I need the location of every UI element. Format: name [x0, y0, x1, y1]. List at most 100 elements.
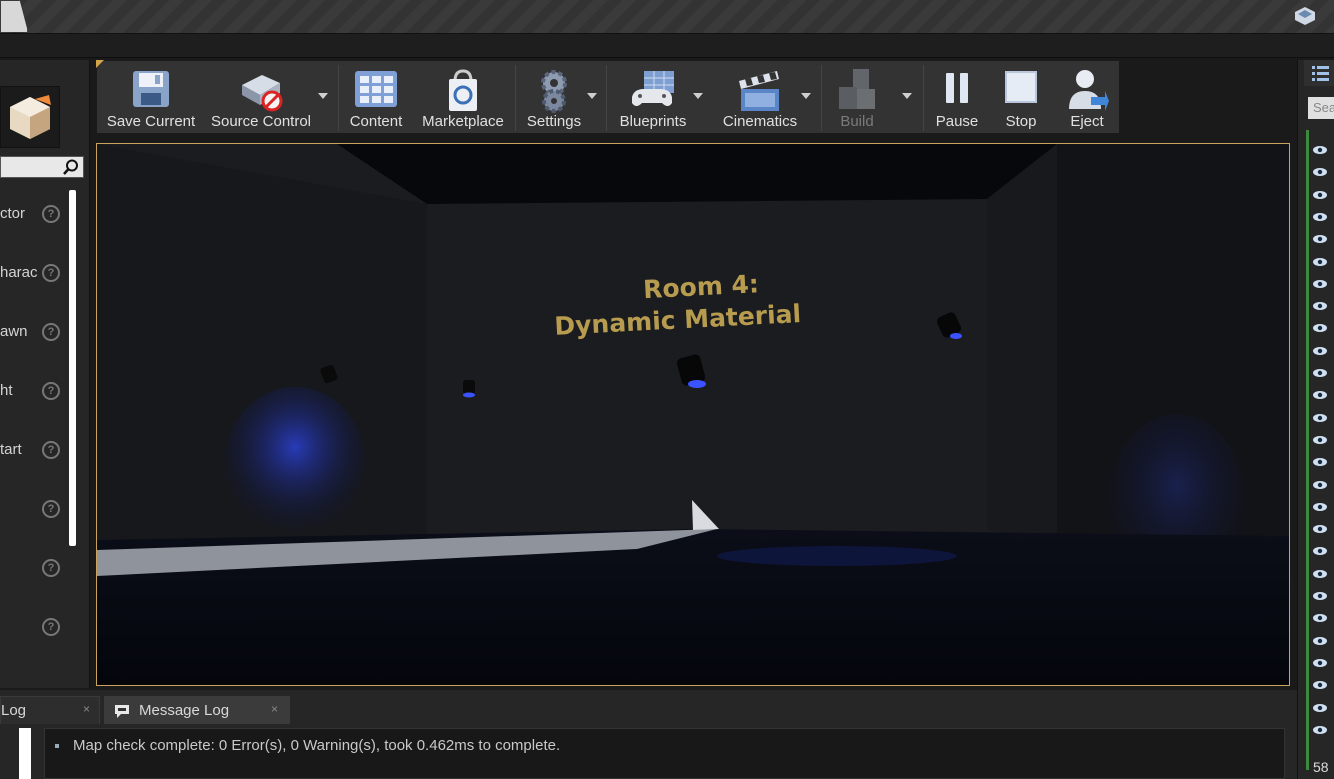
gamepad-icon — [632, 71, 674, 106]
source-control-dropdown-icon[interactable] — [318, 93, 328, 99]
visibility-eye-icon[interactable] — [1312, 346, 1328, 356]
list-item[interactable]: ctor? — [0, 185, 70, 244]
help-icon[interactable]: ? — [42, 618, 60, 636]
close-icon[interactable]: × — [271, 702, 278, 716]
visibility-eye-icon[interactable] — [1312, 323, 1328, 333]
list-item[interactable]: ? — [0, 598, 70, 657]
visibility-eye-icon[interactable] — [1312, 435, 1328, 445]
eject-button[interactable]: Eject — [1057, 61, 1117, 135]
list-item[interactable]: harac? — [0, 244, 70, 303]
menu-bar — [0, 34, 1334, 58]
settings-button[interactable]: Settings — [521, 61, 587, 135]
log-scrollbar[interactable] — [19, 728, 31, 779]
toolbar-divider — [923, 65, 924, 131]
level-tab[interactable] — [0, 0, 28, 32]
visibility-eye-icon[interactable] — [1312, 725, 1328, 735]
place-mode-icon — [10, 95, 51, 139]
visibility-eye-icon[interactable] — [1312, 145, 1328, 155]
list-icon — [1312, 66, 1329, 81]
visibility-eye-icon[interactable] — [1312, 703, 1328, 713]
tab-output-log[interactable]: Log × — [0, 696, 100, 724]
viewport-scene — [97, 144, 1289, 685]
level-viewport[interactable]: Room 4: Dynamic Material — [96, 143, 1290, 686]
list-item[interactable]: ? — [0, 539, 70, 598]
visibility-eye-icon[interactable] — [1312, 234, 1328, 244]
unreal-logo-icon — [1295, 7, 1315, 25]
log-bullet-icon — [55, 744, 59, 749]
help-icon[interactable]: ? — [42, 559, 60, 577]
list-item[interactable]: ? — [0, 480, 70, 539]
list-item[interactable]: awn? — [0, 303, 70, 362]
toolbar-corner-marker — [96, 60, 104, 68]
visibility-eye-icon[interactable] — [1312, 613, 1328, 623]
outliner-options-button[interactable] — [1304, 60, 1334, 86]
visibility-eye-icon[interactable] — [1312, 190, 1328, 200]
build-blocks-icon — [839, 69, 875, 109]
tab-message-log[interactable]: Message Log × — [104, 696, 290, 724]
visibility-eye-icon[interactable] — [1312, 636, 1328, 646]
place-search-input[interactable] — [0, 156, 84, 178]
clapperboard-icon — [739, 71, 779, 111]
left-scrollbar[interactable] — [69, 190, 76, 546]
search-icon — [63, 159, 78, 175]
help-icon[interactable]: ? — [42, 323, 60, 341]
visibility-eye-icon[interactable] — [1312, 368, 1328, 378]
close-icon[interactable]: × — [83, 702, 90, 716]
visibility-eye-icon[interactable] — [1312, 680, 1328, 690]
outliner-search-input[interactable]: Sea — [1308, 97, 1334, 119]
toolbar-divider — [338, 65, 339, 131]
room-title-text: Room 4: Dynamic Material — [553, 269, 802, 341]
visibility-eye-icon[interactable] — [1312, 502, 1328, 512]
list-item[interactable]: tart? — [0, 421, 70, 480]
source-control-button[interactable]: Source Control — [205, 61, 317, 135]
actor-count: 58 — [1313, 759, 1329, 775]
floppy-disk-icon — [133, 71, 169, 107]
content-button[interactable]: Content — [345, 61, 407, 135]
visibility-eye-icon[interactable] — [1312, 413, 1328, 423]
visibility-eye-icon[interactable] — [1312, 457, 1328, 467]
help-icon[interactable]: ? — [42, 382, 60, 400]
blueprints-button[interactable]: Blueprints — [611, 61, 695, 135]
message-log-area: Map check complete: 0 Error(s), 0 Warnin… — [44, 728, 1285, 779]
toolbar-divider — [606, 65, 607, 131]
level-toolbar: Save Current Source Control Content Mark… — [96, 60, 1120, 134]
eject-user-icon — [1069, 70, 1109, 111]
visibility-eye-icon[interactable] — [1312, 591, 1328, 601]
visibility-eye-icon[interactable] — [1312, 658, 1328, 668]
window-title-bar — [0, 0, 1334, 34]
visibility-eye-icon[interactable] — [1312, 167, 1328, 177]
log-entry[interactable]: Map check complete: 0 Error(s), 0 Warnin… — [55, 737, 560, 754]
save-current-button[interactable]: Save Current — [101, 61, 201, 135]
list-item[interactable]: ht? — [0, 362, 70, 421]
message-log-icon — [115, 705, 129, 718]
bottom-log-panel: Log × Message Log × Map check complete: … — [0, 690, 1297, 779]
help-icon[interactable]: ? — [42, 205, 60, 223]
visibility-eye-icon[interactable] — [1312, 569, 1328, 579]
cinematics-button[interactable]: Cinematics — [713, 61, 807, 135]
place-mode-tile[interactable] — [0, 86, 60, 148]
world-outliner-panel: Sea 58 — [1297, 60, 1334, 779]
place-actor-list: ctor? harac? awn? ht? tart? ? ? ? — [0, 185, 70, 657]
help-icon[interactable]: ? — [42, 500, 60, 518]
visibility-eye-icon[interactable] — [1312, 301, 1328, 311]
blueprints-dropdown-icon[interactable] — [693, 93, 703, 99]
pause-button[interactable]: Pause — [929, 61, 985, 135]
visibility-eye-icon[interactable] — [1312, 390, 1328, 400]
help-icon[interactable]: ? — [42, 441, 60, 459]
build-button[interactable]: Build — [825, 61, 889, 135]
visibility-eye-icon[interactable] — [1312, 480, 1328, 490]
visibility-eye-icon[interactable] — [1312, 546, 1328, 556]
build-dropdown-icon[interactable] — [902, 93, 912, 99]
visibility-eye-icon[interactable] — [1312, 257, 1328, 267]
marketplace-bag-icon — [449, 69, 477, 111]
visibility-eye-icon[interactable] — [1312, 524, 1328, 534]
stop-button[interactable]: Stop — [993, 61, 1049, 135]
outliner-list-highlight — [1306, 130, 1309, 770]
visibility-eye-icon[interactable] — [1312, 279, 1328, 289]
cinematics-dropdown-icon[interactable] — [801, 93, 811, 99]
help-icon[interactable]: ? — [42, 264, 60, 282]
place-actors-panel: ctor? harac? awn? ht? tart? ? ? ? — [0, 60, 90, 688]
visibility-eye-icon[interactable] — [1312, 212, 1328, 222]
settings-dropdown-icon[interactable] — [587, 93, 597, 99]
marketplace-button[interactable]: Marketplace — [415, 61, 511, 135]
